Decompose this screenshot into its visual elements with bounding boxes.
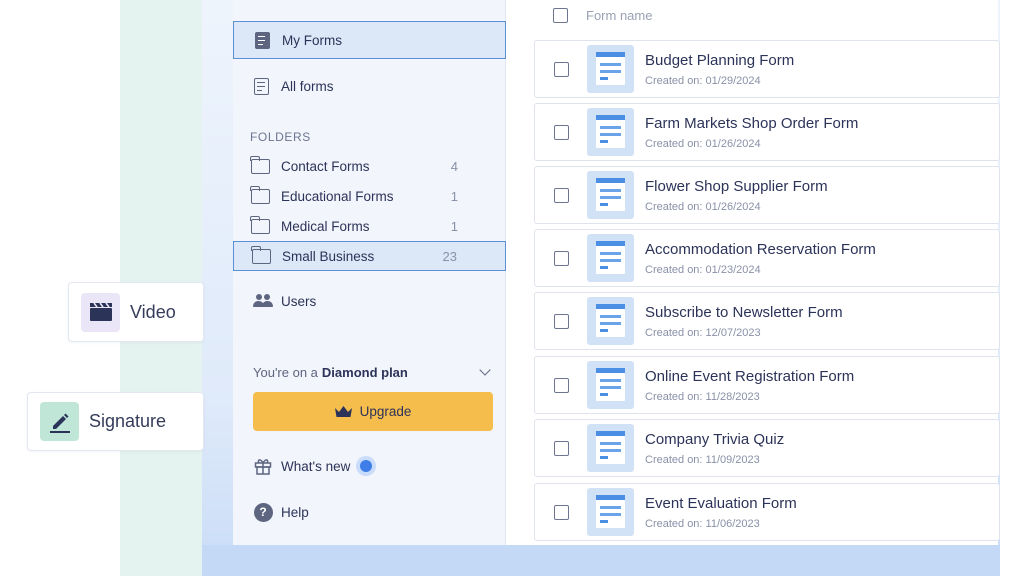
- folder-label: Small Business: [282, 248, 375, 264]
- folder-label: Contact Forms: [281, 158, 370, 174]
- pen-icon: [40, 402, 79, 441]
- form-row[interactable]: Budget Planning Form Created on: 01/29/20…: [534, 40, 1000, 98]
- folder-icon: [250, 215, 270, 234]
- sidebar: My Forms All forms FOLDERS Contact Forms…: [233, 0, 506, 545]
- form-title: Company Trivia Quiz: [645, 431, 785, 448]
- folder-icon: [251, 245, 271, 264]
- upgrade-label: Upgrade: [359, 404, 412, 419]
- select-all-checkbox[interactable]: [553, 7, 568, 23]
- form-thumbnail-icon: [587, 297, 634, 345]
- form-thumbnail-icon: [587, 45, 634, 93]
- notification-dot: [360, 460, 373, 472]
- sidebar-item-label: All forms: [281, 78, 334, 94]
- clapperboard-icon: [81, 292, 120, 332]
- signature-element-card[interactable]: Signature: [27, 392, 204, 451]
- row-checkbox[interactable]: [554, 61, 569, 77]
- forms-list: Form name Budget Planning Form Created on…: [506, 0, 1000, 545]
- gift-icon: [253, 456, 273, 476]
- form-row[interactable]: Accommodation Reservation Form Created on…: [534, 229, 1000, 287]
- sidebar-item-label: Users: [281, 293, 317, 309]
- folder-item-contact-forms[interactable]: Contact Forms 4: [233, 151, 506, 181]
- row-checkbox[interactable]: [554, 377, 569, 393]
- video-element-card[interactable]: Video: [68, 282, 204, 342]
- folder-label: Medical Forms: [281, 218, 370, 234]
- folder-count: 1: [450, 188, 458, 204]
- form-title: Online Event Registration Form: [645, 368, 855, 385]
- users-icon: [253, 293, 273, 310]
- form-date: Created on: 11/06/2023: [645, 518, 760, 530]
- folder-count: 23: [442, 248, 457, 264]
- table-header: Form name: [506, 0, 998, 30]
- plan-name: Diamond plan: [321, 364, 408, 380]
- folder-count: 4: [450, 158, 458, 174]
- upgrade-button[interactable]: Upgrade: [253, 392, 493, 431]
- form-row[interactable]: Farm Markets Shop Order Form Created on: …: [534, 103, 1000, 161]
- row-checkbox[interactable]: [554, 124, 569, 140]
- folder-item-educational-forms[interactable]: Educational Forms 1: [233, 181, 506, 211]
- sidebar-item-my-forms[interactable]: My Forms: [233, 21, 506, 59]
- form-title: Budget Planning Form: [645, 52, 795, 69]
- sidebar-item-label: My Forms: [282, 32, 342, 48]
- row-checkbox[interactable]: [554, 504, 569, 520]
- plan-selector[interactable]: You're on a Diamond plan: [253, 362, 491, 382]
- form-thumbnail-icon: [587, 361, 634, 409]
- document-outline-icon: [253, 77, 270, 95]
- help-icon: ?: [253, 502, 273, 522]
- row-checkbox[interactable]: [554, 187, 569, 203]
- signature-label: Signature: [89, 411, 167, 431]
- folder-icon: [250, 185, 270, 204]
- form-thumbnail-icon: [587, 108, 634, 156]
- sidebar-item-users[interactable]: Users: [233, 282, 506, 320]
- whats-new-label: What's new: [281, 458, 351, 474]
- form-date: Created on: 01/26/2024: [645, 201, 761, 213]
- form-row[interactable]: Flower Shop Supplier Form Created on: 01/…: [534, 166, 1000, 224]
- form-date: Created on: 01/26/2024: [645, 138, 761, 150]
- form-row[interactable]: Event Evaluation Form Created on: 11/06/2…: [534, 483, 1000, 541]
- plan-prefix: You're on a: [253, 364, 318, 380]
- form-thumbnail-icon: [587, 488, 634, 536]
- form-date: Created on: 11/28/2023: [645, 391, 760, 403]
- form-row[interactable]: Online Event Registration Form Created on…: [534, 356, 1000, 414]
- video-label: Video: [130, 301, 176, 322]
- folder-count: 1: [450, 218, 458, 234]
- row-checkbox[interactable]: [554, 440, 569, 456]
- folders-heading: FOLDERS: [250, 130, 311, 144]
- row-checkbox[interactable]: [554, 313, 569, 329]
- grid-icon[interactable]: [253, 0, 269, 4]
- form-title: Flower Shop Supplier Form: [645, 178, 828, 195]
- help-link[interactable]: ? Help: [253, 501, 309, 523]
- form-title: Farm Markets Shop Order Form: [645, 115, 859, 132]
- frame-bottom-band: [202, 545, 1000, 576]
- document-solid-icon: [254, 31, 271, 49]
- folder-item-medical-forms[interactable]: Medical Forms 1: [233, 211, 506, 241]
- form-title: Accommodation Reservation Form: [645, 241, 876, 258]
- column-header-form-name[interactable]: Form name: [586, 8, 652, 23]
- whats-new-link[interactable]: What's new: [253, 455, 373, 477]
- row-checkbox[interactable]: [554, 250, 569, 266]
- form-thumbnail-icon: [587, 234, 634, 282]
- form-date: Created on: 12/07/2023: [645, 327, 761, 339]
- form-date: Created on: 01/29/2024: [645, 75, 761, 87]
- crown-icon: [334, 406, 352, 417]
- folder-icon: [250, 155, 270, 174]
- form-row[interactable]: Company Trivia Quiz Created on: 11/09/202…: [534, 419, 1000, 477]
- form-date: Created on: 11/09/2023: [645, 454, 760, 466]
- form-date: Created on: 01/23/2024: [645, 264, 761, 276]
- chevron-down-icon: [479, 364, 491, 376]
- form-thumbnail-icon: [587, 171, 634, 219]
- form-title: Event Evaluation Form: [645, 495, 797, 512]
- form-title: Subscribe to Newsletter Form: [645, 304, 843, 321]
- form-row[interactable]: Subscribe to Newsletter Form Created on: …: [534, 292, 1000, 350]
- sidebar-item-all-forms[interactable]: All forms: [233, 67, 506, 105]
- form-thumbnail-icon: [587, 424, 634, 472]
- folder-label: Educational Forms: [281, 188, 394, 204]
- help-label: Help: [281, 504, 309, 520]
- folder-item-small-business[interactable]: Small Business 23: [233, 241, 506, 271]
